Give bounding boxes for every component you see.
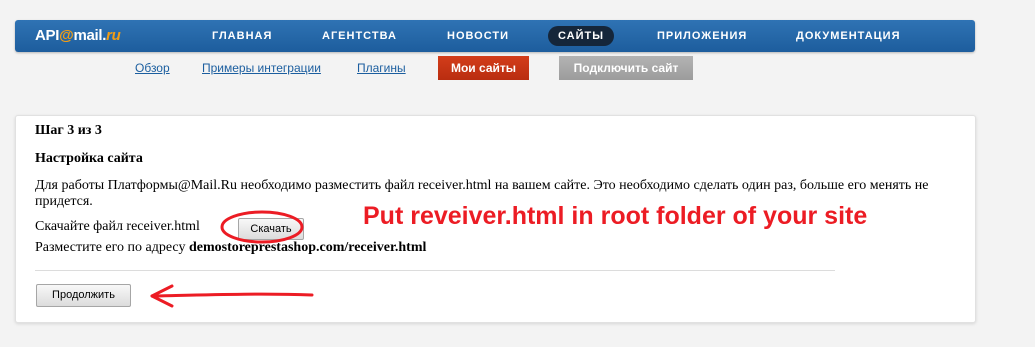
highlight-ellipse bbox=[220, 210, 304, 244]
annotation-overlay bbox=[150, 210, 314, 308]
annotation-text: Put reveiver.html in root folder of your… bbox=[363, 202, 868, 230]
arrow-left-icon bbox=[150, 284, 314, 308]
